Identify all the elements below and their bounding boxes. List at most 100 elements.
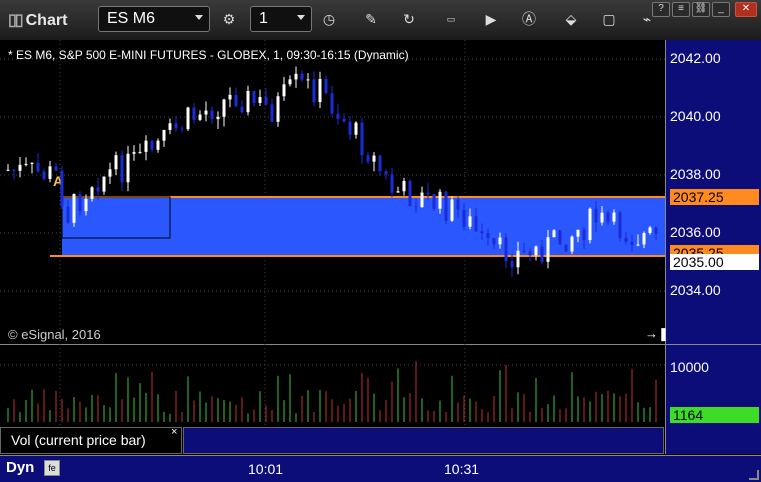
candle-body xyxy=(558,230,562,245)
candle-body xyxy=(480,231,484,233)
candle-body xyxy=(324,79,328,94)
candle-body xyxy=(162,129,166,141)
candle-body xyxy=(270,104,274,122)
candle-body xyxy=(396,191,400,193)
candle-body xyxy=(618,212,622,238)
candle-body xyxy=(60,170,64,207)
scroll-to-end-icon[interactable]: →❚ xyxy=(645,326,669,342)
candle-body xyxy=(402,180,406,192)
candle-body xyxy=(156,140,160,150)
candle-body xyxy=(366,155,370,162)
candle-body xyxy=(186,107,190,130)
price-tick: 2036.00 xyxy=(670,224,721,240)
candle-body xyxy=(378,155,382,172)
candle-body xyxy=(576,229,580,237)
candle-body xyxy=(588,208,592,241)
candle-body xyxy=(276,96,280,122)
candle-body xyxy=(282,84,286,97)
candle-body xyxy=(168,123,172,130)
candle-body xyxy=(288,79,292,85)
close-study-icon[interactable]: × xyxy=(171,426,177,438)
candle-body xyxy=(456,199,460,210)
candle-body xyxy=(102,176,106,192)
candle-body xyxy=(426,192,430,194)
volume-study-legend[interactable]: Vol (current price bar) xyxy=(0,427,182,454)
candle-body xyxy=(354,122,358,135)
candle-body xyxy=(546,237,550,262)
fit-icon[interactable]: fe xyxy=(44,460,60,476)
candle-body xyxy=(600,212,604,223)
candle-body xyxy=(390,174,394,193)
candle-body xyxy=(642,233,646,245)
candle-body xyxy=(258,96,262,103)
candle-body xyxy=(486,232,490,239)
price-chart[interactable]: A xyxy=(0,0,761,481)
candle-body xyxy=(654,227,658,234)
candle-body xyxy=(432,193,436,209)
candle-body xyxy=(204,110,208,115)
candle-body xyxy=(138,151,142,153)
price-pane xyxy=(0,40,665,344)
candle-body xyxy=(96,187,100,192)
candle-body xyxy=(42,171,46,179)
candle-body xyxy=(636,244,640,246)
candle-body xyxy=(30,162,34,164)
candle-body xyxy=(300,73,304,80)
candle-body xyxy=(126,153,130,183)
candle-body xyxy=(210,110,214,120)
candle-body xyxy=(408,180,412,207)
candle-body xyxy=(420,192,424,208)
candle-body xyxy=(24,163,28,165)
candle-body xyxy=(6,169,10,171)
price-tick: 2038.00 xyxy=(670,166,721,182)
mode-label[interactable]: Dyn xyxy=(6,459,34,476)
candle-body xyxy=(192,107,196,120)
candle-body xyxy=(348,121,352,135)
candle-body xyxy=(48,166,52,179)
candle-body xyxy=(516,250,520,268)
candle-body xyxy=(564,244,568,252)
last-price-tag: 2035.00 xyxy=(670,254,759,270)
candle-body xyxy=(72,193,76,223)
candle-body xyxy=(36,162,40,172)
candle-body xyxy=(18,164,22,171)
candle-body xyxy=(606,212,610,222)
candle-body xyxy=(198,114,202,120)
candle-body xyxy=(84,198,88,212)
candle-body xyxy=(462,209,466,227)
candle-body xyxy=(312,79,316,103)
candle-body xyxy=(336,113,340,119)
candle-body xyxy=(114,155,118,170)
time-axis[interactable]: Dyn fe 10:01 10:31 xyxy=(0,455,761,482)
candle-body xyxy=(54,166,58,171)
candle-body xyxy=(438,191,442,209)
candle-body xyxy=(234,94,238,107)
candle-body xyxy=(90,187,94,199)
candle-body xyxy=(528,251,532,256)
candle-body xyxy=(342,118,346,122)
candle-body xyxy=(570,236,574,252)
price-tick: 2040.00 xyxy=(670,108,721,124)
volume-legend-band xyxy=(183,427,664,454)
volume-axis[interactable]: 10000 xyxy=(665,345,761,454)
price-tick: 2034.00 xyxy=(670,282,721,298)
candle-body xyxy=(492,238,496,245)
price-tick: 2042.00 xyxy=(670,50,721,66)
candle-body xyxy=(498,237,502,245)
candle-body xyxy=(174,123,178,129)
candle-body xyxy=(522,250,526,252)
candle-body xyxy=(132,152,136,154)
volume-tick: 10000 xyxy=(670,359,709,375)
time-tick: 10:01 xyxy=(248,461,284,477)
candle-body xyxy=(372,155,376,162)
candle-body xyxy=(474,216,478,232)
candle-body xyxy=(552,230,556,238)
candle-body xyxy=(648,227,652,234)
price-range-band xyxy=(62,197,665,256)
candle-body xyxy=(534,246,538,256)
resize-grip-icon[interactable] xyxy=(749,470,759,480)
candle-body xyxy=(468,216,472,227)
candle-body xyxy=(246,91,250,113)
candle-body xyxy=(510,261,514,268)
candle-body xyxy=(144,140,148,152)
